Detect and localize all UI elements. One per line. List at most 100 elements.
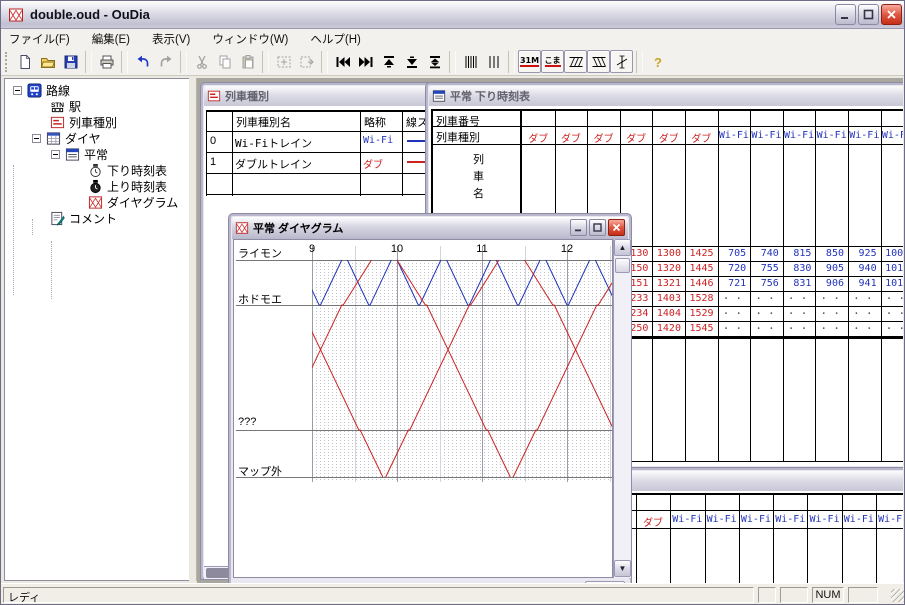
tt-time-cell: 1300: [656, 248, 681, 259]
train-line-wifi[interactable]: [545, 259, 591, 306]
toolbar-undo-button[interactable]: [131, 50, 154, 73]
close-button[interactable]: [881, 4, 902, 25]
tree-item-コメント[interactable]: コメント: [50, 210, 117, 226]
toolbar-grid-dense-button[interactable]: [459, 50, 482, 73]
diagram-vscrollbar[interactable]: ▲ ▼: [613, 239, 631, 578]
tt-time-cell: 1015: [885, 263, 903, 274]
tree-expander-minus[interactable]: [51, 149, 60, 159]
tt-type-cell: Wi-Fi: [881, 130, 903, 141]
toolbar-scroll-bottom-button[interactable]: [400, 50, 423, 73]
toolbar-scroll-top-button[interactable]: [377, 50, 400, 73]
train-line-double[interactable]: [385, 259, 500, 478]
train-line-wifi[interactable]: [495, 259, 541, 306]
diagram-vscroll-thumb[interactable]: [615, 258, 630, 273]
panel-splitter[interactable]: [189, 78, 197, 581]
minimize-button[interactable]: [835, 4, 856, 25]
tt-time-cell: ・ ・: [754, 309, 776, 318]
toolbar-go-first-button[interactable]: [331, 50, 354, 73]
tree-expander-minus[interactable]: [32, 133, 41, 143]
station-icon: STN: [50, 99, 65, 114]
tt-time-cell: 755: [760, 263, 779, 274]
down-timetable-window-titlebar[interactable]: 平常 下り時刻表: [429, 86, 903, 106]
tt-type-cell: ダブ: [643, 518, 664, 529]
window-title: double.oud - OuDia: [30, 7, 150, 22]
menu-item-0[interactable]: ファイル(F): [9, 31, 70, 47]
status-bar: レディ NUM: [1, 583, 904, 604]
tt-type-cell: Wi-Fi: [751, 130, 782, 141]
tree-item-label: 平常: [84, 147, 109, 162]
dia-icon: [46, 131, 61, 146]
diagram-scroll-up-button[interactable]: ▲: [614, 239, 631, 256]
toolbar-scroll-center-button[interactable]: [423, 50, 446, 73]
tt-time-cell: 1545: [689, 323, 714, 334]
tt-time-cell: 1425: [689, 248, 714, 259]
train-line-double[interactable]: [512, 260, 612, 478]
tt-time-cell: ・ ・: [754, 294, 776, 303]
status-resize-grip[interactable]: [891, 589, 904, 602]
tree-expander-minus[interactable]: [13, 85, 22, 95]
toolbar-print-button[interactable]: [95, 50, 118, 73]
train-line-double[interactable]: [269, 259, 384, 478]
toolbar-insert-frame-button: [272, 50, 295, 73]
toolbar-go-last-button[interactable]: [354, 50, 377, 73]
tt-time-cell: ・ ・: [721, 294, 743, 303]
tree-item-駅[interactable]: STN 駅: [50, 98, 81, 114]
maximize-button[interactable]: [858, 4, 879, 25]
toolbar-button-31M[interactable]: 31M: [518, 50, 541, 73]
tree-item-下り時刻表[interactable]: 下り時刻表: [88, 162, 167, 178]
tt-time-cell: 1403: [656, 293, 681, 304]
svg-text:?: ?: [654, 55, 662, 70]
train-line-wifi[interactable]: [346, 259, 392, 306]
type-row-abbr: ダブ: [363, 160, 383, 171]
caption-buttons: [835, 4, 902, 25]
tree-item-路線[interactable]: 路線: [13, 82, 70, 98]
tree-item-label: 上り時刻表: [107, 179, 168, 194]
tt-time-cell: 941: [858, 278, 877, 289]
train-line-wifi[interactable]: [396, 259, 442, 306]
toolbar-grid-sparse-button[interactable]: [482, 50, 505, 73]
tt-row-header-train-name: 列車名: [473, 154, 484, 200]
tree-item-列車種別[interactable]: 列車種別: [50, 114, 117, 130]
diagram-window[interactable]: 平常 ダイヤグラム 9 10 11 12 ライモン ホドモエ??? マップ外 ▲ ▼: [229, 214, 631, 583]
titlebar[interactable]: double.oud - OuDia: [1, 1, 904, 29]
toolbar-diagram-hatch-down-button[interactable]: [587, 50, 610, 73]
tt-time-cell: ・ ・: [819, 309, 841, 318]
menu-item-3[interactable]: ウィンドウ(W): [212, 31, 288, 47]
toolbar-diagram-hatch-up-button[interactable]: [564, 50, 587, 73]
train-line-wifi[interactable]: [446, 259, 491, 306]
diagram-canvas-area[interactable]: 9 10 11 12 ライモン ホドモエ??? マップ外: [233, 239, 613, 578]
diagram-window-titlebar[interactable]: 平常 ダイヤグラム: [232, 217, 628, 239]
train-line-double[interactable]: [396, 259, 511, 478]
down-timetable-window-title: 平常 下り時刻表: [450, 91, 531, 103]
toolbar-grip[interactable]: [5, 51, 9, 72]
toolbar-open-folder-button[interactable]: [36, 50, 59, 73]
status-pane-3: [848, 587, 878, 603]
toolbar-save-button[interactable]: [59, 50, 82, 73]
toolbar-help-button[interactable]: ?: [646, 50, 669, 73]
tree-item-平常[interactable]: 平常: [51, 146, 108, 162]
toolbar-button-こま[interactable]: こま: [541, 50, 564, 73]
menu-item-4[interactable]: ヘルプ(H): [310, 31, 360, 47]
toolbar-separator: [85, 50, 92, 73]
tree-item-ダイヤグラム[interactable]: ダイヤグラム: [88, 194, 178, 210]
diagram-hour-label: 9: [308, 243, 316, 255]
train-line-double[interactable]: [524, 259, 613, 477]
toolbar-diagram-branch-button[interactable]: [610, 50, 633, 73]
toolbar-new-document-button[interactable]: [13, 50, 36, 73]
diagram-scroll-down-button[interactable]: ▼: [614, 560, 631, 577]
diagram-maximize-button[interactable]: [589, 219, 606, 236]
diagram-minimize-button[interactable]: [570, 219, 587, 236]
tree-item-ダイヤ[interactable]: ダイヤ: [32, 130, 101, 146]
menu-item-2[interactable]: 表示(V): [152, 31, 190, 47]
train-line-wifi[interactable]: [594, 259, 612, 305]
tree-item-上り時刻表[interactable]: 上り時刻表: [88, 178, 167, 194]
tt-time-cell: 1016: [885, 278, 903, 289]
diagram-close-button[interactable]: [608, 219, 625, 236]
mdi-workspace: 列車種別 列車種別名略称線スタイル0Wi-FiトレインWi-Fi1ダブルトレイン…: [197, 78, 903, 583]
menu-item-1[interactable]: 編集(E): [92, 31, 130, 47]
diagram-hour-label: 12: [560, 243, 574, 255]
route-tree-panel[interactable]: 路線 STN 駅列車種別 ダイヤ 平常 下り時刻表 上り時刻表 ダイヤグラム コメント: [4, 78, 189, 581]
train-line-wifi[interactable]: [297, 259, 343, 306]
tt-time-cell: 720: [728, 263, 747, 274]
tree-item-label: コメント: [69, 211, 118, 226]
